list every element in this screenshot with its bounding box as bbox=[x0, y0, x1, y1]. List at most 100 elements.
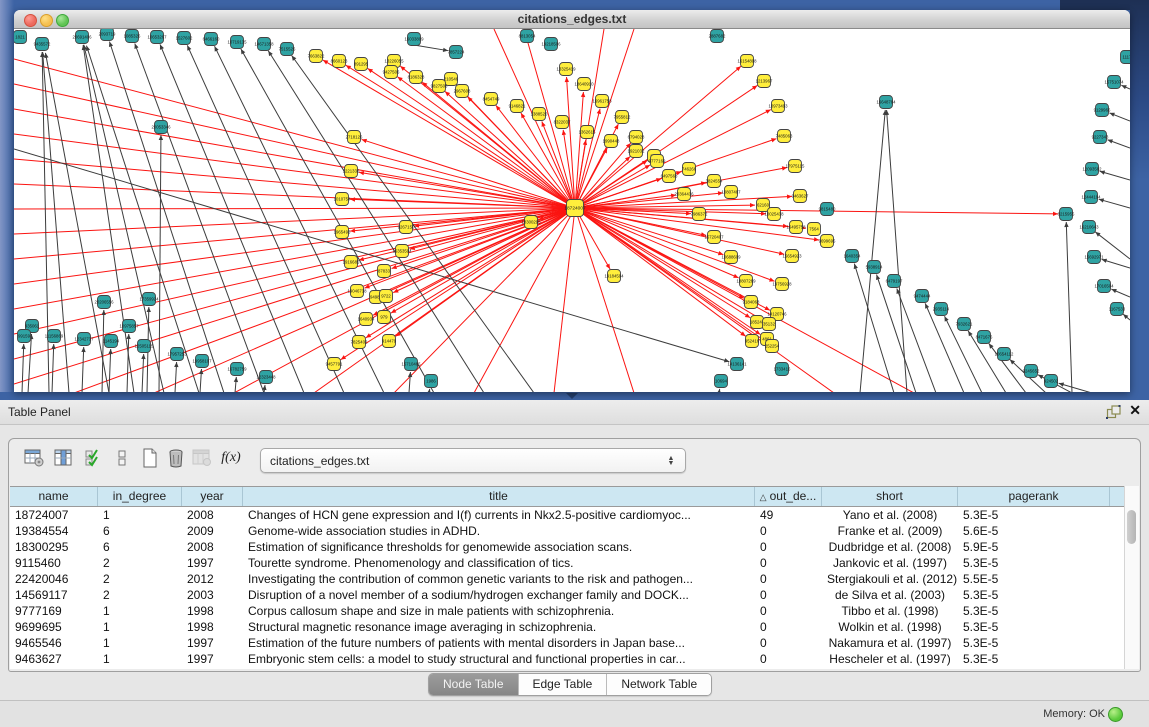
table-cell: 0 bbox=[755, 619, 822, 635]
table-cell: Genome-wide association studies in ADHD. bbox=[243, 523, 755, 539]
table-row[interactable]: 1830029562008Estimation of significance … bbox=[10, 539, 1138, 555]
float-panel-icon[interactable] bbox=[1106, 405, 1121, 419]
graph-node-label: 1117 bbox=[1123, 55, 1130, 60]
table-row[interactable]: 946362711997Embryonic stem cells: a mode… bbox=[10, 651, 1138, 667]
graph-node-label: 18807269 bbox=[736, 279, 756, 284]
new-document-icon[interactable] bbox=[139, 447, 161, 469]
tab-network-table[interactable]: Network Table bbox=[607, 674, 711, 695]
delete-table-icon[interactable] bbox=[165, 447, 187, 469]
table-row[interactable]: 1456911722003Disruption of a novel membe… bbox=[10, 587, 1138, 603]
table-row[interactable]: 1872400712008Changes of HCN gene express… bbox=[10, 507, 1138, 523]
graph-node-label: 9267150 bbox=[398, 225, 415, 230]
column-header-short[interactable]: short bbox=[822, 487, 958, 506]
network-canvas[interactable]: 1821943557220691406209371910853261065326… bbox=[14, 29, 1130, 392]
graph-node-label: 12323448 bbox=[256, 375, 276, 380]
graph-node-label: 1221336 bbox=[343, 169, 360, 174]
graph-node-label: 8471676 bbox=[976, 335, 993, 340]
graph-node-label: 9457791 bbox=[326, 362, 343, 367]
column-select-icon[interactable] bbox=[53, 447, 75, 469]
table-row[interactable]: 969969511998Structural magnetic resonanc… bbox=[10, 619, 1138, 635]
table-select-dropdown[interactable]: citations_edges.txt ▲▼ bbox=[260, 448, 686, 473]
table-cell: Franke et al. (2009) bbox=[822, 523, 958, 539]
graph-edge[interactable] bbox=[429, 389, 430, 392]
table-cell: 0 bbox=[755, 587, 822, 603]
panel-divider-grip[interactable] bbox=[566, 393, 578, 399]
graph-node-label: 19046738 bbox=[347, 289, 367, 294]
column-header-out_de[interactable]: △out_de... bbox=[755, 487, 822, 506]
graph-node-label: 7857224 bbox=[448, 50, 465, 55]
table-cell: Nakamura et al. (1997) bbox=[822, 635, 958, 651]
table-cell: 1997 bbox=[182, 651, 243, 667]
table-cell: 9699695 bbox=[10, 619, 98, 635]
table-scrollbar[interactable] bbox=[1124, 486, 1139, 669]
graph-node-label: 1167533 bbox=[1109, 307, 1126, 312]
column-header-year[interactable]: year bbox=[182, 487, 243, 506]
table-panel-title: Table Panel bbox=[8, 400, 71, 424]
column-header-name[interactable]: name bbox=[10, 487, 98, 506]
table-row[interactable]: 1938455462009Genome-wide association stu… bbox=[10, 523, 1138, 539]
graph-node-label: 8186328 bbox=[408, 75, 425, 80]
table-mode-icon[interactable] bbox=[23, 447, 45, 469]
table-row[interactable]: 2242004622012Investigating the contribut… bbox=[10, 571, 1138, 587]
table-cell: 1997 bbox=[182, 555, 243, 571]
graph-node-label: 17016504 bbox=[1094, 284, 1114, 289]
table-cell: 18300295 bbox=[10, 539, 98, 555]
table-cell: 0 bbox=[755, 571, 822, 587]
graph-node-label: 1145194 bbox=[103, 339, 120, 344]
graph-node-label: 15720407 bbox=[704, 235, 724, 240]
close-panel-icon[interactable]: ✕ bbox=[1129, 402, 1141, 419]
network-view-window: citations_edges.txt 18219435572206914062… bbox=[14, 10, 1130, 392]
tab-node-table[interactable]: Node Table bbox=[429, 674, 519, 695]
graph-node-label: 16495758 bbox=[786, 225, 806, 230]
table-row[interactable]: 977716911998Corpus callosum shape and si… bbox=[10, 603, 1138, 619]
column-header-in_degree[interactable]: in_degree bbox=[98, 487, 182, 506]
graph-node-label: 1821 bbox=[15, 35, 25, 40]
graph-node-label: 9815480 bbox=[819, 207, 836, 212]
graph-node-label: 7825402 bbox=[351, 340, 368, 345]
table-cell: Hescheler et al. (1997) bbox=[822, 651, 958, 667]
table-cell: 9463627 bbox=[10, 651, 98, 667]
column-header-title[interactable]: title bbox=[243, 487, 755, 506]
graph-edge[interactable] bbox=[719, 389, 720, 392]
graph-node-label: 7663822 bbox=[308, 54, 325, 59]
graph-node-label: 10025438 bbox=[764, 212, 784, 217]
graph-node-label: 746266 bbox=[682, 167, 697, 172]
status-bar: Memory: OK bbox=[0, 700, 1149, 727]
table-cell: 1 bbox=[98, 507, 182, 523]
column-header-pagerank[interactable]: pagerank bbox=[958, 487, 1110, 506]
table-cell: 1998 bbox=[182, 619, 243, 635]
tab-edge-table[interactable]: Edge Table bbox=[519, 674, 608, 695]
graph-node-label: 7955812 bbox=[614, 115, 631, 120]
graph-node-label: 935061 bbox=[25, 324, 40, 329]
select-all-icon[interactable] bbox=[83, 447, 105, 469]
table-row[interactable]: 946554611997Estimation of the future num… bbox=[10, 635, 1138, 651]
window-titlebar[interactable]: citations_edges.txt bbox=[14, 10, 1130, 29]
graph-node-label: 16961758 bbox=[592, 99, 612, 104]
graph-node-label: 19958107 bbox=[192, 359, 212, 364]
table-cell: 49 bbox=[755, 507, 822, 523]
table-cell: 2008 bbox=[182, 507, 243, 523]
import-table-icon bbox=[191, 447, 213, 469]
table-cell: 6 bbox=[98, 523, 182, 539]
clear-selection-icon[interactable] bbox=[111, 447, 133, 469]
table-cell: 9465546 bbox=[10, 635, 98, 651]
graph-node-label: 17359924 bbox=[139, 297, 159, 302]
table-row[interactable]: 911546021997Tourette syndrome. Phenomeno… bbox=[10, 555, 1138, 571]
table-cell: 5.3E-5 bbox=[958, 507, 1110, 523]
graph-node-label: 2718126 bbox=[346, 135, 363, 140]
table-scrollbar-thumb[interactable] bbox=[1127, 510, 1136, 544]
graph-node-label: 1388520 bbox=[531, 112, 548, 117]
table-cell: 2009 bbox=[182, 523, 243, 539]
graph-node-label: 979 bbox=[380, 315, 388, 320]
table-cell: 5.9E-5 bbox=[958, 539, 1110, 555]
table-cell: 14569117 bbox=[10, 587, 98, 603]
table-cell: 2 bbox=[98, 587, 182, 603]
table-cell: 0 bbox=[755, 603, 822, 619]
function-builder-icon[interactable]: f(x) bbox=[220, 447, 242, 469]
table-cell: Corpus callosum shape and size in male p… bbox=[243, 603, 755, 619]
graph-node-label: 1362615 bbox=[579, 130, 596, 135]
memory-status-indicator-icon[interactable] bbox=[1108, 707, 1123, 722]
graph-node-label: 8454749 bbox=[483, 97, 500, 102]
graph-node-label: 87833 bbox=[378, 269, 391, 274]
node-table: namein_degreeyeartitle△out_de...shortpag… bbox=[10, 486, 1138, 669]
